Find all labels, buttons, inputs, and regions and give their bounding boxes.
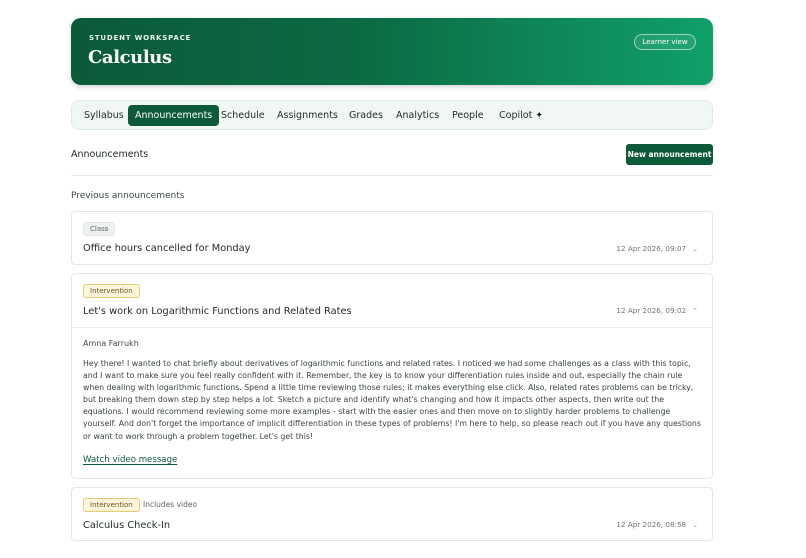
- announcement-card[interactable]: Intervention Includes video Calculus Che…: [71, 487, 713, 541]
- watch-video-link[interactable]: Watch video message: [83, 455, 177, 465]
- chevron-down-icon[interactable]: ⌄: [692, 521, 698, 529]
- tab-assignments[interactable]: Assignments: [270, 105, 345, 126]
- workspace-eyebrow: STUDENT WORKSPACE: [89, 34, 192, 42]
- tab-grades[interactable]: Grades: [342, 105, 390, 126]
- card-divider: [72, 327, 712, 328]
- learner-view-toggle[interactable]: Learner view: [634, 34, 696, 50]
- announcement-body: Hey there! I wanted to chat briefly abou…: [83, 359, 701, 441]
- course-banner: STUDENT WORKSPACE Calculus Learner view: [71, 18, 713, 85]
- announcement-meta: 12 Apr 2026, 09:07 ⌄: [616, 244, 698, 253]
- tab-people[interactable]: People: [445, 105, 491, 126]
- announcement-timestamp: 12 Apr 2026, 09:02: [616, 306, 687, 315]
- tab-syllabus[interactable]: Syllabus: [77, 105, 131, 126]
- announcement-card[interactable]: Class Office hours cancelled for Monday …: [71, 211, 713, 265]
- chevron-up-icon[interactable]: ⌃: [692, 307, 698, 315]
- chevron-down-icon[interactable]: ⌄: [692, 245, 698, 253]
- announcement-card[interactable]: Intervention Let's work on Logarithmic F…: [71, 273, 713, 479]
- section-title: Announcements: [71, 149, 149, 160]
- new-announcement-button[interactable]: New announcement: [626, 144, 713, 165]
- announcement-timestamp: 12 Apr 2026, 08:58: [616, 520, 687, 529]
- announcement-title: Let's work on Logarithmic Functions and …: [83, 306, 352, 317]
- category-badge: Intervention: [83, 284, 140, 298]
- announcement-author: Amna Farrukh: [83, 339, 139, 348]
- course-title: Calculus: [88, 47, 172, 68]
- category-badge: Class: [83, 222, 116, 236]
- tab-schedule[interactable]: Schedule: [214, 105, 272, 126]
- announcement-timestamp: 12 Apr 2026, 09:07: [616, 244, 687, 253]
- announcement-title: Calculus Check-In: [83, 520, 171, 531]
- category-badge: Intervention: [83, 498, 140, 512]
- tab-analytics[interactable]: Analytics: [389, 105, 446, 126]
- announcement-title: Office hours cancelled for Monday: [83, 243, 251, 254]
- announcement-meta: 12 Apr 2026, 08:58 ⌄: [616, 520, 698, 529]
- announcement-meta: 12 Apr 2026, 09:02 ⌃: [616, 306, 698, 315]
- course-tabs: Syllabus Announcements Schedule Assignme…: [71, 100, 713, 130]
- tab-copilot[interactable]: Copilot ✦: [492, 105, 550, 126]
- tab-announcements[interactable]: Announcements: [128, 105, 220, 126]
- previous-announcements-label: Previous announcements: [71, 191, 185, 201]
- section-divider: [71, 175, 713, 176]
- includes-video-note: Includes video: [143, 500, 198, 509]
